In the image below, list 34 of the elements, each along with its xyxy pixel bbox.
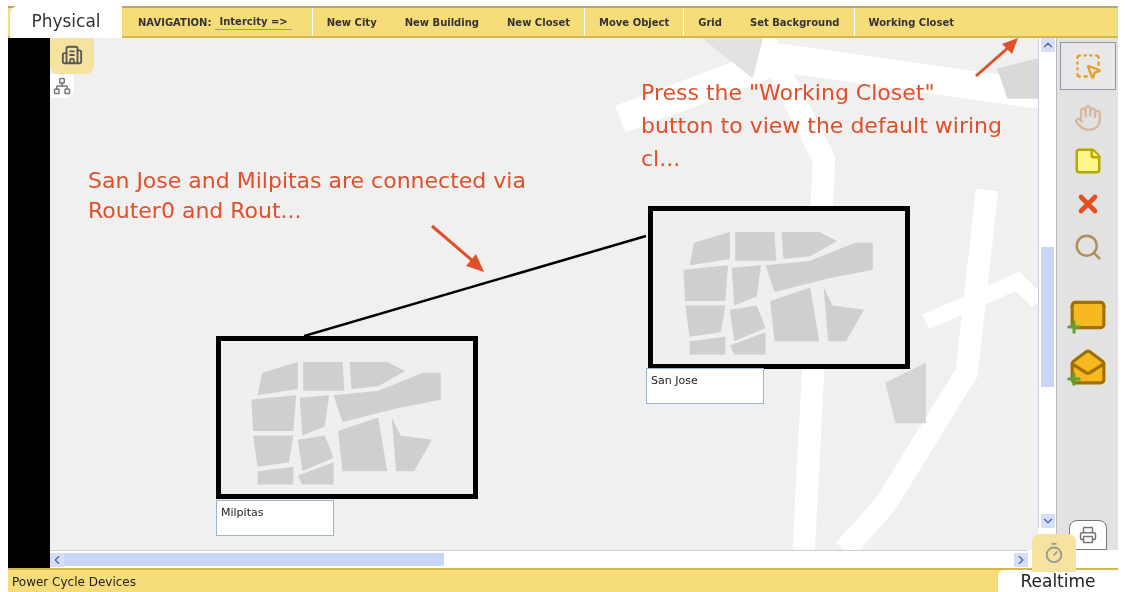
mode-label[interactable]: Realtime <box>998 570 1118 592</box>
city-label: Milpitas <box>216 500 334 536</box>
scroll-up-icon[interactable] <box>1040 38 1055 52</box>
scroll-down-icon[interactable] <box>1040 514 1055 528</box>
scroll-left-icon[interactable] <box>50 552 64 567</box>
network-icon[interactable] <box>50 74 74 98</box>
select-tool-icon[interactable] <box>1059 42 1116 90</box>
scroll-thumb[interactable] <box>64 553 444 566</box>
status-text: Power Cycle Devices <box>11 574 136 591</box>
city-node[interactable] <box>648 206 910 369</box>
physical-tab[interactable]: Physical <box>10 6 122 38</box>
menu-button[interactable]: New City <box>311 8 391 36</box>
annotation-text: San Jose and Milpitas are connected via Router0 and Rout... <box>88 167 527 225</box>
menu-button[interactable]: Move Object <box>585 8 685 36</box>
realtime-clock-icon[interactable] <box>1032 534 1076 572</box>
scroll-right-icon[interactable] <box>1014 552 1028 567</box>
menu-button[interactable]: New Building <box>390 8 493 36</box>
navigation-dropdown[interactable]: Intercity => <box>215 14 292 30</box>
annotation-text: Press the "Working Closet" button to view the default wiring cl... <box>641 79 1003 173</box>
arrow-icon <box>974 38 1020 78</box>
menu-button[interactable]: Working Closet <box>854 8 968 36</box>
printer-icon[interactable] <box>1068 520 1107 550</box>
menu-button[interactable]: Grid <box>684 8 736 36</box>
open-envelope-plus-icon[interactable] <box>1068 348 1107 386</box>
vertical-scrollbar[interactable] <box>1038 38 1056 528</box>
city-label: San Jose <box>646 368 764 404</box>
menu-button[interactable]: New Closet <box>493 8 586 36</box>
horizontal-scrollbar[interactable] <box>50 550 1028 568</box>
navigation-label: NAVIGATION: <box>138 15 212 30</box>
arrow-icon <box>430 224 486 274</box>
scroll-thumb[interactable] <box>1041 247 1054 387</box>
building-tab-icon[interactable] <box>50 38 94 74</box>
city-node[interactable] <box>216 336 478 499</box>
menu-button[interactable]: Set Background <box>735 8 855 36</box>
